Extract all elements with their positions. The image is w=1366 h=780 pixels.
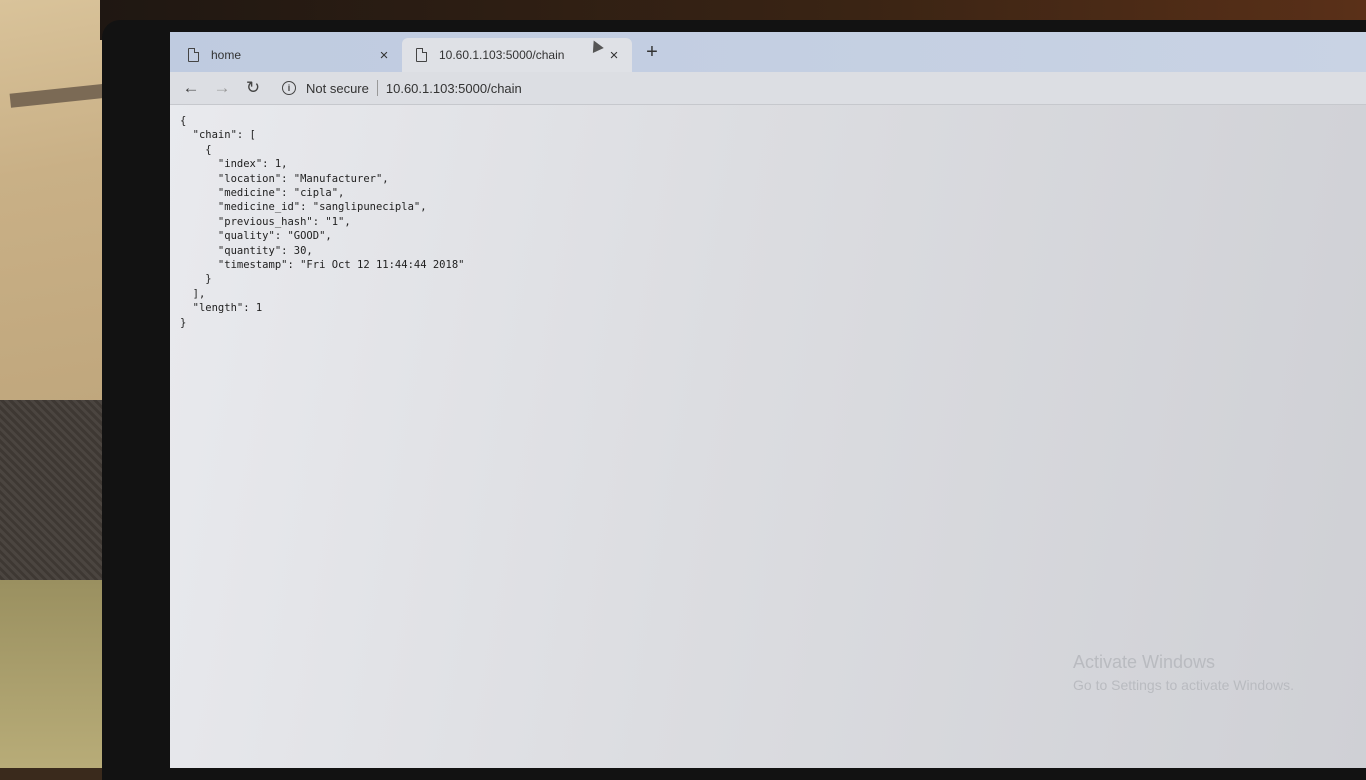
- url-text[interactable]: 10.60.1.103:5000/chain: [386, 81, 522, 96]
- reload-button[interactable]: ↻: [242, 77, 264, 99]
- security-label[interactable]: Not secure: [306, 81, 369, 96]
- divider: [376, 80, 378, 96]
- document-icon: [188, 48, 199, 62]
- back-button[interactable]: ←: [180, 77, 202, 99]
- toolbar: ← → ↻ i Not secure 10.60.1.103:5000/chai…: [170, 72, 1366, 105]
- address-bar[interactable]: i Not secure 10.60.1.103:5000/chain: [270, 75, 1360, 101]
- close-tab-icon[interactable]: ×: [374, 47, 394, 64]
- close-tab-icon[interactable]: ×: [604, 47, 624, 64]
- forward-button[interactable]: →: [211, 77, 233, 99]
- tab-strip: home × 10.60.1.103:5000/chain × +: [170, 32, 1366, 72]
- activation-watermark: Activate Windows Go to Settings to activ…: [1073, 652, 1294, 693]
- tab-label: 10.60.1.103:5000/chain: [439, 48, 565, 62]
- tab-home[interactable]: home ×: [174, 38, 402, 72]
- watermark-subtitle: Go to Settings to activate Windows.: [1073, 677, 1294, 693]
- tab-label: home: [211, 48, 242, 62]
- info-icon[interactable]: i: [282, 81, 296, 95]
- browser-window: home × 10.60.1.103:5000/chain × + ← → ↻ …: [170, 32, 1366, 768]
- document-icon: [416, 48, 427, 62]
- new-tab-button[interactable]: +: [640, 40, 664, 64]
- json-response: { "chain": [ { "index": 1, "location": "…: [180, 115, 465, 329]
- watermark-title: Activate Windows: [1073, 652, 1216, 672]
